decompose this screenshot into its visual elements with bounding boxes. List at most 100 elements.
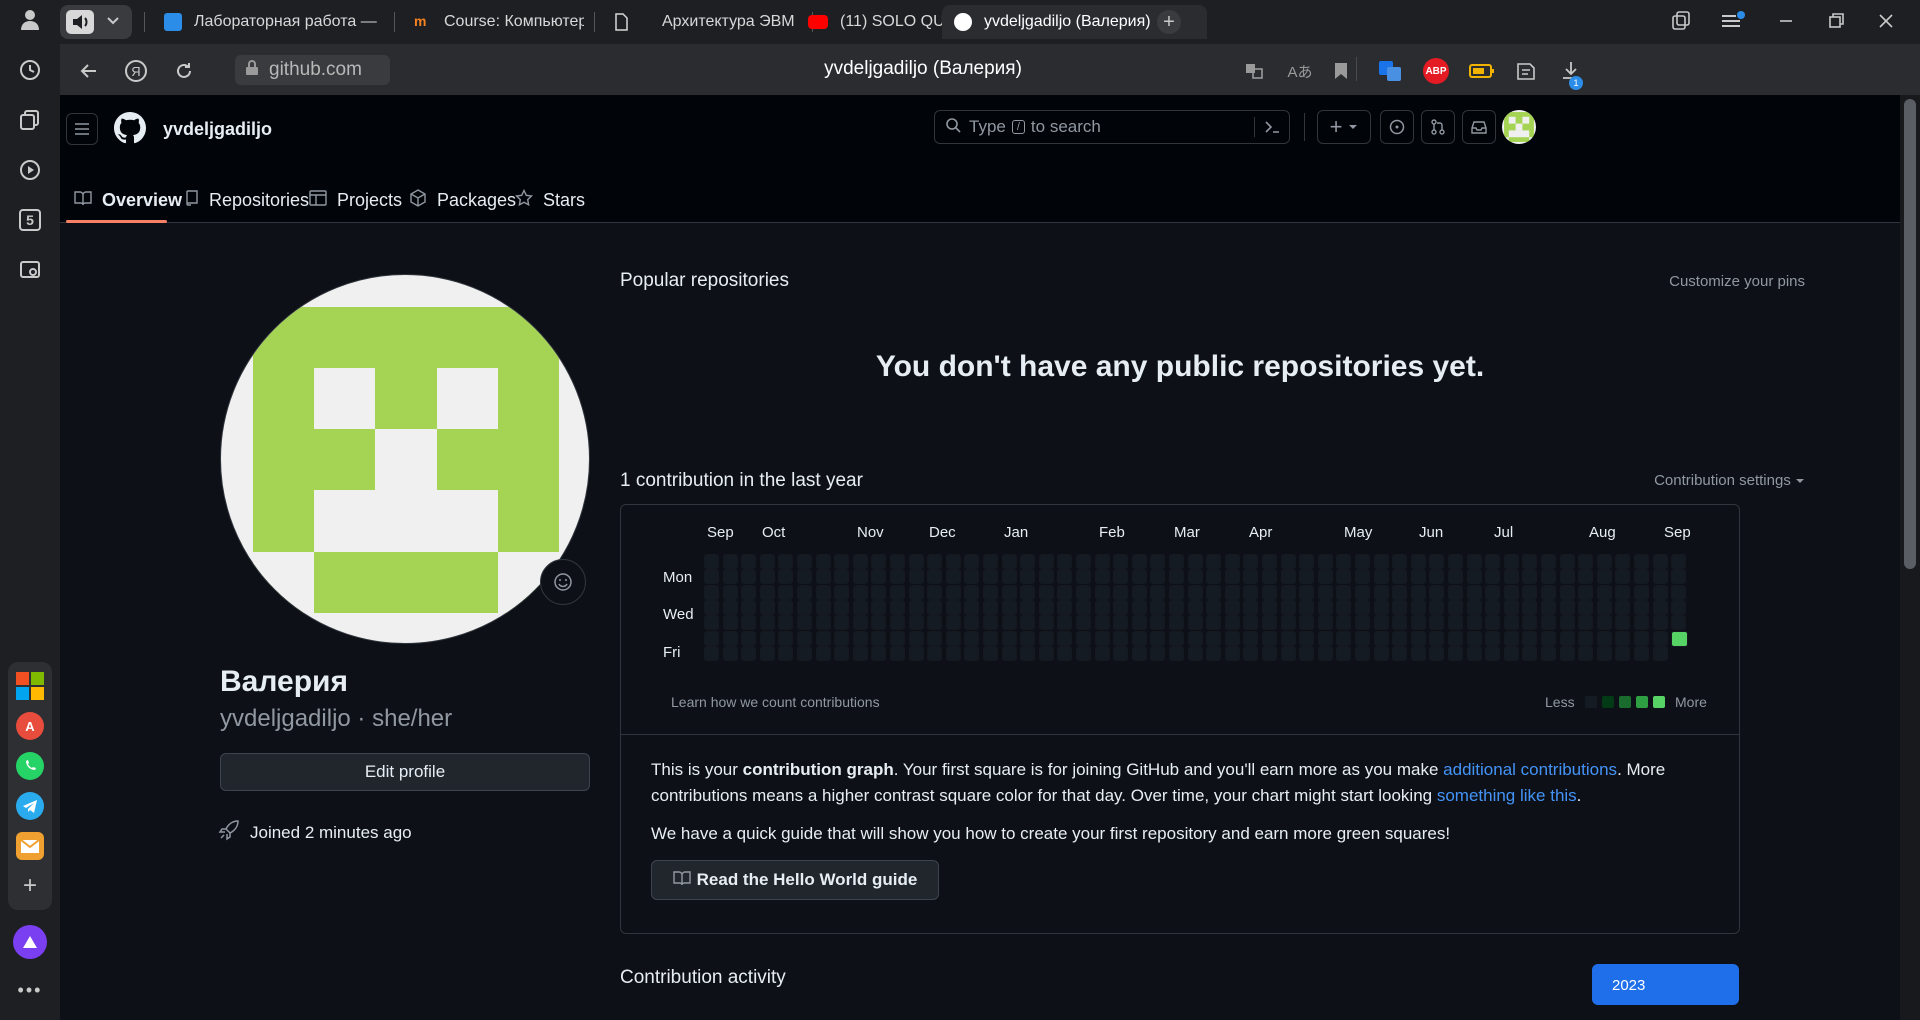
search-input[interactable]: Type / to search: [934, 110, 1290, 144]
contribution-day-cell[interactable]: [1466, 569, 1482, 585]
contribution-day-cell[interactable]: [1001, 645, 1017, 661]
contribution-day-cell[interactable]: [1299, 615, 1315, 631]
tab-packages[interactable]: Packages: [409, 177, 516, 223]
contribution-day-cell[interactable]: [741, 569, 757, 585]
contribution-day-cell[interactable]: [815, 569, 831, 585]
contribution-day-cell[interactable]: [1020, 645, 1036, 661]
contribution-day-cell[interactable]: [1001, 569, 1017, 585]
contribution-day-cell[interactable]: [1280, 599, 1296, 615]
contribution-day-cell[interactable]: [1373, 554, 1389, 569]
contribution-day-cell[interactable]: [778, 584, 794, 600]
contribution-day-cell[interactable]: [834, 584, 850, 600]
contribution-day-cell[interactable]: [1094, 615, 1110, 631]
contribution-day-cell[interactable]: [983, 630, 998, 646]
contribution-day-cell[interactable]: [927, 630, 943, 646]
contribution-day-cell[interactable]: [852, 569, 868, 585]
contribution-day-cell[interactable]: [1578, 584, 1594, 600]
reload-icon[interactable]: [170, 57, 198, 85]
contribution-day-cell[interactable]: [1448, 584, 1463, 600]
contribution-day-cell[interactable]: [1466, 554, 1482, 569]
contribution-day-cell[interactable]: [1317, 630, 1333, 646]
contribution-day-cell[interactable]: [1410, 569, 1426, 585]
tab-repositories[interactable]: Repositories: [185, 177, 309, 223]
back-icon[interactable]: [75, 57, 103, 85]
contribution-day-cell[interactable]: [852, 630, 868, 646]
contribution-day-cell[interactable]: [1317, 645, 1333, 661]
contribution-day-cell[interactable]: [1262, 599, 1277, 615]
contribution-day-cell[interactable]: [1038, 569, 1054, 585]
contribution-day-cell[interactable]: [1131, 599, 1147, 615]
contribution-day-cell[interactable]: [1373, 569, 1389, 585]
contribution-day-cell[interactable]: [704, 584, 719, 600]
contribution-day-cell[interactable]: [1448, 645, 1463, 661]
contribution-day-cell[interactable]: [871, 630, 887, 646]
contribution-day-cell[interactable]: [1559, 554, 1575, 569]
contribution-day-cell[interactable]: [1634, 569, 1649, 585]
contribution-day-cell[interactable]: [1206, 584, 1222, 600]
contribution-day-cell[interactable]: [1187, 599, 1203, 615]
contribution-day-cell[interactable]: [778, 645, 794, 661]
contribution-day-cell[interactable]: [1615, 599, 1631, 615]
set-status-button[interactable]: [540, 559, 586, 605]
notes-ext-icon[interactable]: [1512, 57, 1540, 85]
contribution-day-cell[interactable]: [1113, 615, 1129, 631]
contribution-day-cell[interactable]: [983, 569, 998, 585]
contribution-day-cell[interactable]: [1317, 584, 1333, 600]
menu-icon[interactable]: [1720, 10, 1746, 37]
contribution-day-cell[interactable]: [1429, 615, 1445, 631]
contribution-day-cell[interactable]: [1001, 554, 1017, 569]
contribution-day-cell[interactable]: [1373, 630, 1389, 646]
contribution-day-cell[interactable]: [983, 599, 998, 615]
url-field[interactable]: github.com: [235, 55, 390, 85]
contribution-day-cell[interactable]: [1169, 554, 1184, 569]
contribution-day-cell[interactable]: [945, 615, 961, 631]
contribution-day-cell[interactable]: [1652, 554, 1668, 569]
contribution-day-cell[interactable]: [1503, 584, 1519, 600]
contribution-day-cell[interactable]: [741, 645, 757, 661]
contribution-day-cell[interactable]: [1448, 615, 1463, 631]
contribution-day-cell[interactable]: [1243, 615, 1259, 631]
contribution-day-cell[interactable]: [815, 554, 831, 569]
contribution-day-cell[interactable]: [1429, 599, 1445, 615]
contribution-day-cell[interactable]: [1169, 630, 1184, 646]
contribution-day-cell[interactable]: [1448, 554, 1463, 569]
whatsapp-icon[interactable]: [16, 752, 44, 780]
contribution-day-cell[interactable]: [1652, 569, 1668, 585]
contribution-day-cell[interactable]: [722, 584, 738, 600]
contribution-day-cell[interactable]: [927, 554, 943, 569]
contribution-day-cell[interactable]: [1076, 645, 1091, 661]
learn-contributions-link[interactable]: Learn how we count contributions: [671, 694, 880, 710]
contribution-day-cell[interactable]: [1392, 599, 1408, 615]
contribution-day-cell[interactable]: [1038, 554, 1054, 569]
contribution-day-cell[interactable]: [983, 615, 998, 631]
pull-requests-button[interactable]: [1421, 110, 1455, 144]
contribution-day-cell[interactable]: [1076, 584, 1091, 600]
contribution-day-cell[interactable]: [871, 554, 887, 569]
contribution-day-cell[interactable]: [834, 569, 850, 585]
contribution-day-cell[interactable]: [908, 630, 924, 646]
contribution-day-cell[interactable]: [871, 584, 887, 600]
contribution-day-cell[interactable]: [815, 645, 831, 661]
hamburger-button[interactable]: [66, 113, 98, 145]
contribution-day-cell[interactable]: [945, 584, 961, 600]
contribution-day-cell[interactable]: [1541, 584, 1556, 600]
contribution-day-cell[interactable]: [908, 584, 924, 600]
contribution-day-cell[interactable]: [1392, 630, 1408, 646]
year-2023-button[interactable]: 2023: [1592, 964, 1739, 1005]
tab-overview[interactable]: Overview: [74, 177, 182, 223]
contribution-day-cell[interactable]: [1113, 569, 1129, 585]
contribution-day-cell[interactable]: [1671, 599, 1687, 615]
restore-icon[interactable]: [1825, 10, 1847, 37]
contribution-day-cell[interactable]: [722, 569, 738, 585]
contribution-day-cell[interactable]: [1038, 599, 1054, 615]
contribution-day-cell[interactable]: [1541, 645, 1556, 661]
contribution-day-cell[interactable]: [834, 630, 850, 646]
contribution-day-cell[interactable]: [1671, 615, 1687, 631]
contribution-day-cell[interactable]: [834, 645, 850, 661]
contribution-day-cell[interactable]: [871, 599, 887, 615]
contribution-day-cell[interactable]: [1262, 569, 1277, 585]
contribution-day-cell[interactable]: [1131, 645, 1147, 661]
issues-button[interactable]: [1380, 110, 1414, 144]
reader-icon[interactable]: Aあ: [1286, 57, 1314, 85]
contribution-day-cell[interactable]: [1150, 584, 1166, 600]
